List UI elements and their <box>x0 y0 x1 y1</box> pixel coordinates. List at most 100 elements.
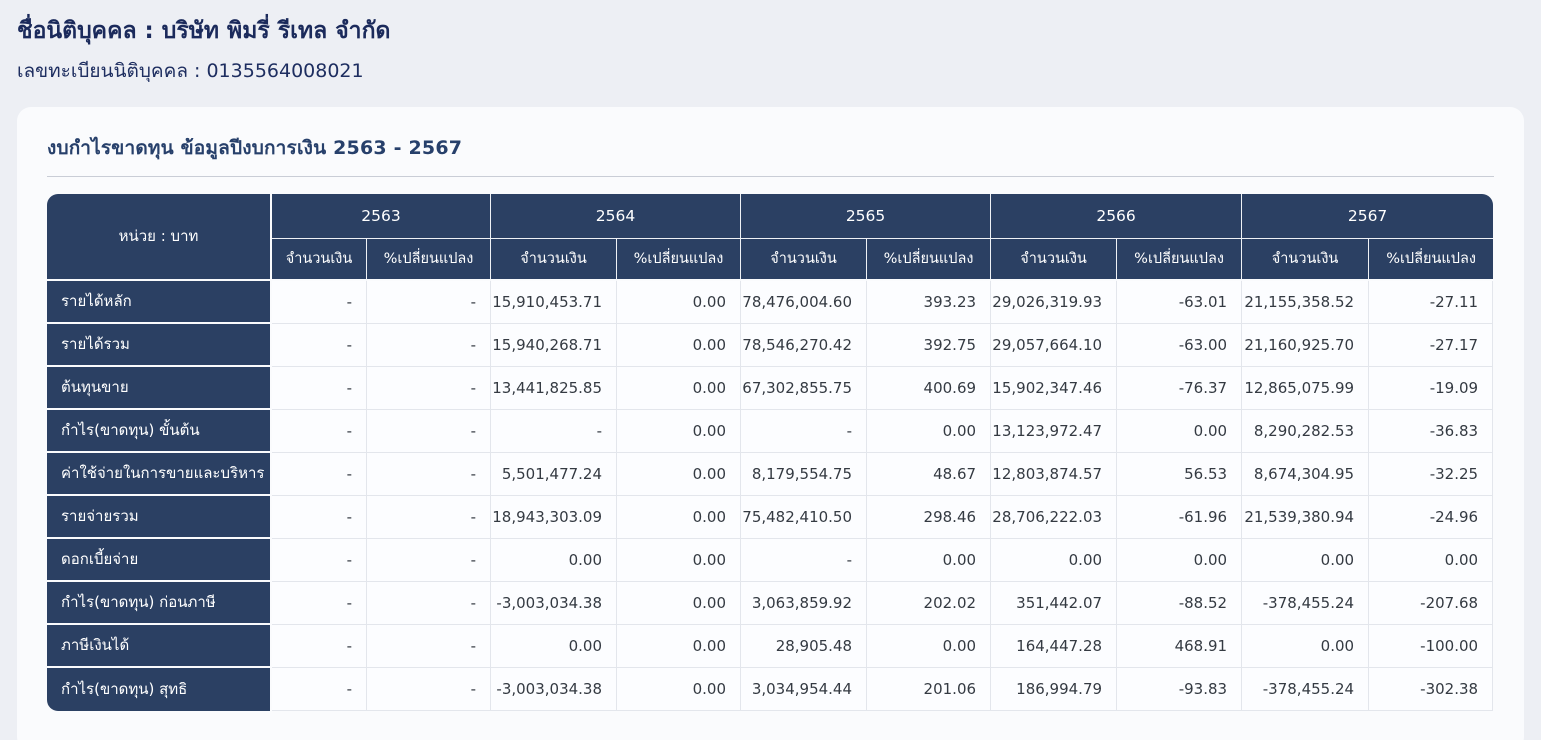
amount-cell-2564-row0: 15,910,453.71 <box>491 280 618 324</box>
amount-cell-2563-row2: - <box>272 366 367 410</box>
change-cell-2564-row2: 0.00 <box>617 366 742 410</box>
change-cell-2566-row0: -63.01 <box>1117 280 1243 324</box>
change-cell-2567-row4: -32.25 <box>1369 452 1494 496</box>
change-subheader-2563: %เปลี่ยนแปลง <box>367 238 492 281</box>
amount-cell-2566-row5: 28,706,222.03 <box>991 495 1118 539</box>
table-row: กำไร(ขาดทุน) สุทธิ - - -3,003,034.38 0.00 3,0… <box>47 667 1494 711</box>
amount-cell-2566-row2: 15,902,347.46 <box>991 366 1118 410</box>
table-row: ค่าใช้จ่ายในการขายและบริหาร - -5,501,477.2… <box>47 452 1494 496</box>
amount-cell-2563-row9: - <box>272 667 367 711</box>
row-label-2: ต้นทุนขาย <box>47 366 272 410</box>
registration-number: เลขทะเบียนนิติบุคคล : 0135564008021 <box>17 59 364 82</box>
change-cell-2565-row8: 0.00 <box>867 624 992 668</box>
change-cell-2563-row9: - <box>367 667 492 711</box>
profit-loss-table: หน่วย : บาท 2563 2564 2565 2566 2567 จำนวนเงิน… <box>47 193 1494 711</box>
change-subheader-2564: %เปลี่ยนแปลง <box>617 238 742 281</box>
row-label-8: ภาษีเงินได้ <box>47 624 272 668</box>
amount-cell-2566-row3: 13,123,972.47 <box>991 409 1118 453</box>
change-cell-2563-row3: - <box>367 409 492 453</box>
amount-cell-2565-row8: 28,905.48 <box>741 624 868 668</box>
change-cell-2567-row5: -24.96 <box>1369 495 1494 539</box>
table-row: กำไร(ขาดทุน) ขั้นต้น - - -0.00-0.00 13,123,9… <box>47 409 1494 453</box>
amount-cell-2564-row6: 0.00 <box>491 538 618 582</box>
amount-cell-2563-row1: - <box>272 323 367 367</box>
change-cell-2564-row5: 0.00 <box>617 495 742 539</box>
year-header-2567: 2567 <box>1242 193 1494 239</box>
card-title: งบกำไรขาดทุน ข้อมูลปีงบการเงิน 2563 - 25… <box>47 136 463 159</box>
table-row: ภาษีเงินได้ - -0.00 0.00 28,905.48 0.00 164,44… <box>47 624 1494 668</box>
change-cell-2567-row1: -27.17 <box>1369 323 1494 367</box>
change-cell-2563-row8: - <box>367 624 492 668</box>
change-cell-2567-row9: -302.38 <box>1369 667 1494 711</box>
table-row: ต้นทุนขาย - -13,441,825.85 0.00 67,302,855.7… <box>47 366 1494 410</box>
amount-cell-2567-row1: 21,160,925.70 <box>1242 323 1370 367</box>
table-row: รายได้รวม - -15,940,268.71 0.00 78,546,270.4… <box>47 323 1494 367</box>
change-cell-2564-row7: 0.00 <box>617 581 742 625</box>
amount-cell-2566-row0: 29,026,319.93 <box>991 280 1118 324</box>
table-body: รายได้หลัก - -15,910,453.71 0.00 78,476,004.… <box>47 280 1494 711</box>
row-label-1: รายได้รวม <box>47 323 272 367</box>
year-header-2565: 2565 <box>741 193 992 239</box>
amount-cell-2566-row6: 0.00 <box>991 538 1118 582</box>
amount-cell-2567-row0: 21,155,358.52 <box>1242 280 1370 324</box>
amount-cell-2563-row0: - <box>272 280 367 324</box>
change-cell-2566-row9: -93.83 <box>1117 667 1243 711</box>
change-cell-2567-row6: 0.00 <box>1369 538 1494 582</box>
change-cell-2564-row9: 0.00 <box>617 667 742 711</box>
change-cell-2566-row7: -88.52 <box>1117 581 1243 625</box>
row-label-4: ค่าใช้จ่ายในการขายและบริหาร <box>47 452 272 496</box>
financial-statement-card: งบกำไรขาดทุน ข้อมูลปีงบการเงิน 2563 - 25… <box>17 106 1524 740</box>
change-cell-2564-row3: 0.00 <box>617 409 742 453</box>
change-cell-2567-row0: -27.11 <box>1369 280 1494 324</box>
amount-subheader-2563: จำนวนเงิน <box>272 238 367 281</box>
amount-cell-2567-row5: 21,539,380.94 <box>1242 495 1370 539</box>
table-row: กำไร(ขาดทุน) ก่อนภาษี - - -3,003,034.38 0.00… <box>47 581 1494 625</box>
change-cell-2567-row7: -207.68 <box>1369 581 1494 625</box>
amount-subheader-2567: จำนวนเงิน <box>1242 238 1370 281</box>
amount-subheader-2566: จำนวนเงิน <box>991 238 1118 281</box>
row-label-5: รายจ่ายรวม <box>47 495 272 539</box>
change-cell-2564-row1: 0.00 <box>617 323 742 367</box>
amount-cell-2564-row2: 13,441,825.85 <box>491 366 618 410</box>
amount-cell-2563-row4: - <box>272 452 367 496</box>
change-subheader-2567: %เปลี่ยนแปลง <box>1369 238 1494 281</box>
change-cell-2565-row7: 202.02 <box>867 581 992 625</box>
amount-cell-2565-row5: 75,482,410.50 <box>741 495 868 539</box>
amount-cell-2564-row9: -3,003,034.38 <box>491 667 618 711</box>
amount-cell-2564-row8: 0.00 <box>491 624 618 668</box>
change-cell-2563-row6: - <box>367 538 492 582</box>
change-cell-2564-row4: 0.00 <box>617 452 742 496</box>
amount-cell-2563-row7: - <box>272 581 367 625</box>
change-cell-2567-row8: -100.00 <box>1369 624 1494 668</box>
title-divider <box>47 175 1494 177</box>
change-cell-2566-row4: 56.53 <box>1117 452 1243 496</box>
change-cell-2565-row6: 0.00 <box>867 538 992 582</box>
change-cell-2565-row2: 400.69 <box>867 366 992 410</box>
amount-subheader-2565: จำนวนเงิน <box>741 238 868 281</box>
change-cell-2563-row7: - <box>367 581 492 625</box>
change-cell-2564-row8: 0.00 <box>617 624 742 668</box>
amount-subheader-2564: จำนวนเงิน <box>491 238 618 281</box>
change-cell-2563-row2: - <box>367 366 492 410</box>
amount-cell-2566-row4: 12,803,874.57 <box>991 452 1118 496</box>
amount-cell-2565-row9: 3,034,954.44 <box>741 667 868 711</box>
change-cell-2563-row4: - <box>367 452 492 496</box>
amount-cell-2567-row9: -378,455.24 <box>1242 667 1370 711</box>
change-cell-2564-row6: 0.00 <box>617 538 742 582</box>
amount-cell-2567-row2: 12,865,075.99 <box>1242 366 1370 410</box>
change-cell-2565-row4: 48.67 <box>867 452 992 496</box>
company-name: ชื่อนิติบุคคล : บริษัท พิมรี่ รีเทล จำกั… <box>17 18 391 44</box>
year-header-2563: 2563 <box>272 193 492 239</box>
change-subheader-2566: %เปลี่ยนแปลง <box>1117 238 1243 281</box>
row-label-9: กำไร(ขาดทุน) สุทธิ <box>47 667 272 711</box>
change-cell-2565-row9: 201.06 <box>867 667 992 711</box>
amount-cell-2567-row3: 8,290,282.53 <box>1242 409 1370 453</box>
amount-cell-2565-row0: 78,476,004.60 <box>741 280 868 324</box>
amount-cell-2564-row1: 15,940,268.71 <box>491 323 618 367</box>
unit-header-cell: หน่วย : บาท <box>47 193 272 281</box>
change-cell-2563-row0: - <box>367 280 492 324</box>
row-label-3: กำไร(ขาดทุน) ขั้นต้น <box>47 409 272 453</box>
amount-cell-2566-row8: 164,447.28 <box>991 624 1118 668</box>
year-header-2566: 2566 <box>991 193 1243 239</box>
row-label-7: กำไร(ขาดทุน) ก่อนภาษี <box>47 581 272 625</box>
